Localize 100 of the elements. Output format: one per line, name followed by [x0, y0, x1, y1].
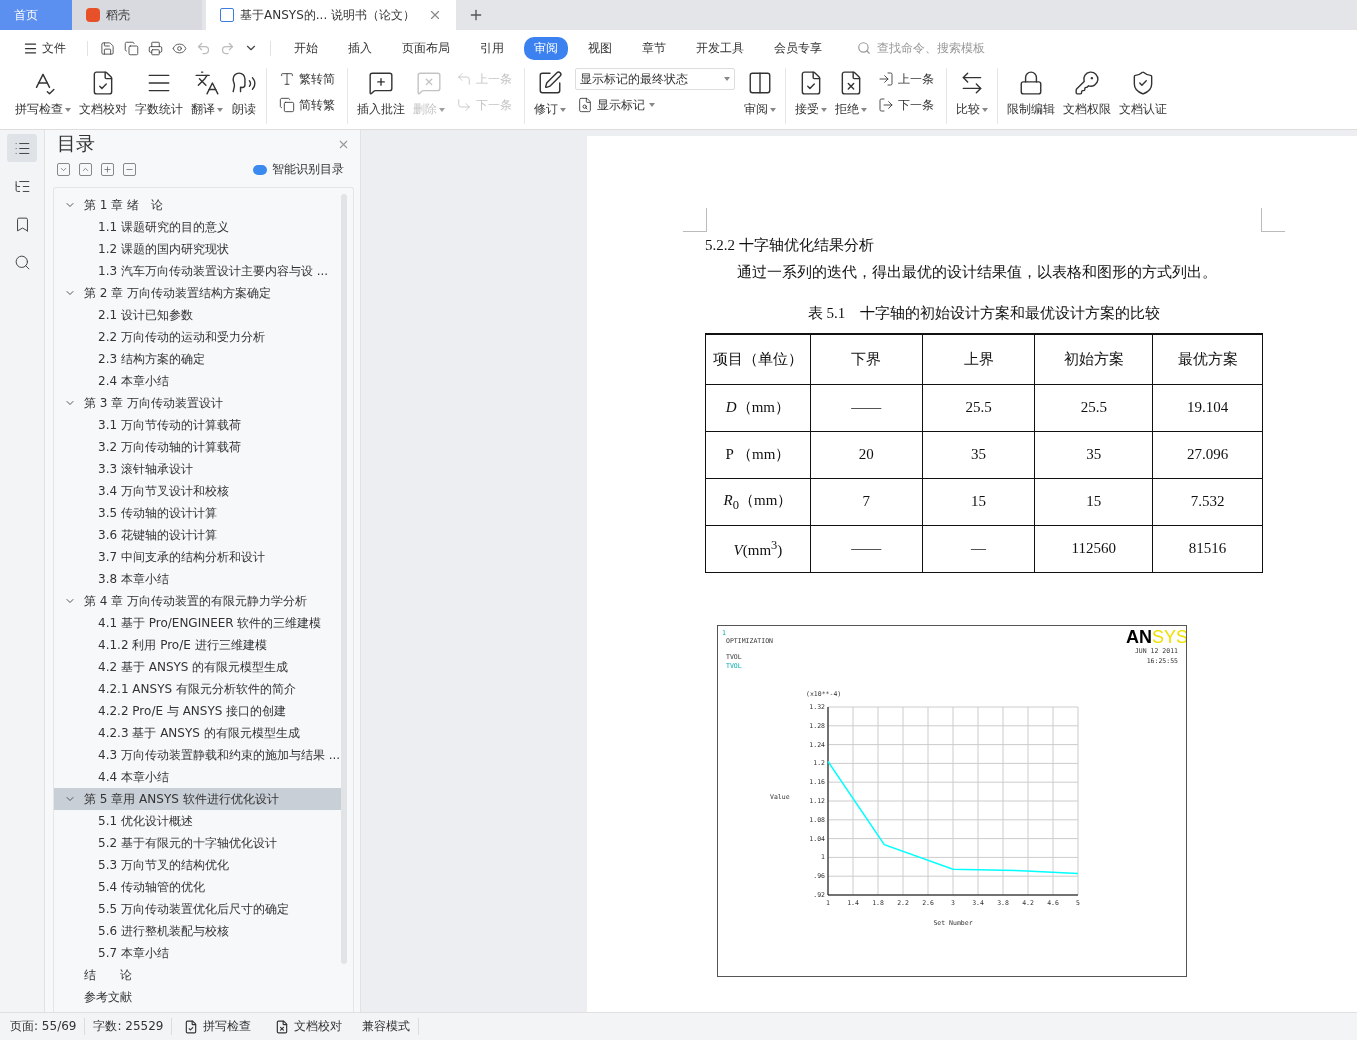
ribbon-button[interactable]: 拼写检查: [12, 68, 74, 119]
toc-item[interactable]: 5.3 万向节叉的结构优化: [54, 854, 341, 876]
file-menu[interactable]: 文件: [13, 36, 76, 60]
ribbon-button[interactable]: 拒绝: [832, 68, 870, 119]
proofread-button[interactable]: 文档校对: [263, 1018, 355, 1035]
ribbon-tab[interactable]: 会员专享: [764, 36, 832, 60]
ribbon-button[interactable]: 审阅: [741, 68, 779, 119]
toc-item[interactable]: 1.3 汽车万向传动装置设计主要内容与设 ...: [54, 260, 341, 282]
collapse-button[interactable]: [79, 163, 92, 176]
ribbon-button[interactable]: 比较: [953, 68, 991, 119]
ribbon-tab[interactable]: 页面布局: [392, 36, 460, 60]
ribbon-button[interactable]: 限制编辑: [1004, 68, 1058, 119]
copy-icon[interactable]: [124, 40, 139, 56]
ribbon-button[interactable]: 上一条: [876, 68, 936, 90]
sidebar-button[interactable]: [7, 134, 37, 162]
toc-item[interactable]: 第 3 章 万向传动装置设计: [54, 392, 341, 414]
ribbon-button[interactable]: 翻译: [188, 68, 226, 119]
toc-item[interactable]: 3.6 花键轴的设计计算: [54, 524, 341, 546]
ribbon-button[interactable]: 字数统计: [132, 68, 186, 119]
ribbon-button[interactable]: 修订: [531, 68, 569, 119]
ribbon-tab[interactable]: 视图: [578, 36, 622, 60]
close-icon[interactable]: [428, 8, 442, 22]
toc-item[interactable]: 第 5 章用 ANSYS 软件进行优化设计: [54, 788, 341, 810]
toc-item[interactable]: 第 2 章 万向传动装置结构方案确定: [54, 282, 341, 304]
toc-item[interactable]: 2.4 本章小结: [54, 370, 341, 392]
toc-item[interactable]: 4.2.3 基于 ANSYS 的有限元模型生成: [54, 722, 341, 744]
new-tab-icon[interactable]: [468, 7, 484, 23]
toc-item[interactable]: 4.2.2 Pro/E 与 ANSYS 接口的创建: [54, 700, 341, 722]
remove-button[interactable]: [123, 163, 136, 176]
caret-icon: [439, 107, 445, 112]
toc-item[interactable]: 4.3 万向传动装置静载和约束的施加与结果 ...: [54, 744, 341, 766]
spellcheck-button[interactable]: 拼写检查: [172, 1018, 264, 1035]
copy-icon: [279, 97, 295, 113]
table-cell: —: [922, 525, 1035, 572]
ribbon-button[interactable]: 插入批注: [354, 68, 408, 119]
toc-item[interactable]: 第 1 章 绪 论: [54, 194, 341, 216]
toc-item[interactable]: 3.5 传动轴的设计计算: [54, 502, 341, 524]
toc-item[interactable]: 2.3 结构方案的确定: [54, 348, 341, 370]
table-cell: P （mm）: [705, 431, 811, 478]
toc-item[interactable]: 5.2 基于有限元的十字轴优化设计: [54, 832, 341, 854]
ribbon-tab[interactable]: 插入: [338, 36, 382, 60]
ribbon-button[interactable]: 简转繁: [277, 94, 337, 116]
ribbon-tab[interactable]: 开发工具: [686, 36, 754, 60]
smart-toc-button[interactable]: 智能识别目录: [247, 160, 350, 179]
toc-item[interactable]: 5.5 万向传动装置优化后尺寸的确定: [54, 898, 341, 920]
ribbon-button[interactable]: 繁转简: [277, 68, 337, 90]
save-icon[interactable]: [100, 40, 115, 56]
add-button[interactable]: [101, 163, 114, 176]
expand-button[interactable]: [57, 163, 70, 176]
ribbon-button[interactable]: 下一条: [876, 94, 936, 116]
chevron-up-icon: [81, 165, 90, 174]
caret-icon: [982, 107, 988, 112]
window-tab[interactable]: 稻壳: [72, 0, 202, 30]
toc-item[interactable]: 5.7 本章小结: [54, 942, 341, 964]
ribbon-button[interactable]: 显示标记: [575, 94, 735, 116]
caret-icon: [770, 107, 776, 112]
caret-icon: [861, 107, 867, 112]
redo-icon[interactable]: [220, 40, 235, 56]
toc-item[interactable]: 5.1 优化设计概述: [54, 810, 341, 832]
table-cell: D（mm）: [705, 384, 811, 431]
toc-item[interactable]: 第 4 章 万向传动装置的有限元静力学分析: [54, 590, 341, 612]
toc-item[interactable]: 4.4 本章小结: [54, 766, 341, 788]
table-cell: 15: [922, 478, 1035, 525]
ribbon-button[interactable]: 文档认证: [1116, 68, 1170, 119]
toc-item[interactable]: 3.2 万向传动轴的计算载荷: [54, 436, 341, 458]
toc-item[interactable]: 1.1 课题研究的目的意义: [54, 216, 341, 238]
toc-item[interactable]: 2.1 设计已知参数: [54, 304, 341, 326]
toc-item[interactable]: 3.4 万向节叉设计和校核: [54, 480, 341, 502]
ribbon-button[interactable]: 接受: [792, 68, 830, 119]
toc-item[interactable]: 参考文献: [54, 986, 341, 1008]
ribbon-button[interactable]: 朗读: [228, 68, 260, 119]
toc-item[interactable]: 1.2 课题的国内研究现状: [54, 238, 341, 260]
ribbon-tab[interactable]: 章节: [632, 36, 676, 60]
print-icon[interactable]: [148, 40, 163, 56]
ribbon-button[interactable]: 文档校对: [76, 68, 130, 119]
toc-item[interactable]: 4.2.1 ANSYS 有限元分析软件的简介: [54, 678, 341, 700]
toc-item[interactable]: 结 论: [54, 964, 341, 986]
crop-mark: [683, 208, 707, 232]
search-field[interactable]: 查找命令、搜索模板: [857, 40, 1005, 56]
toc-item[interactable]: 5.6 进行整机装配与校核: [54, 920, 341, 942]
toc-item[interactable]: 4.1 基于 Pro/ENGINEER 软件的三维建模: [54, 612, 341, 634]
ribbon-tab[interactable]: 开始: [284, 36, 328, 60]
ribbon-button[interactable]: 文档权限: [1060, 68, 1114, 119]
table-cell: 27.096: [1152, 431, 1263, 478]
toc-item[interactable]: 5.4 传动轴管的优化: [54, 876, 341, 898]
window-tab[interactable]: 基于ANSYS的... 说明书（论文）: [206, 0, 456, 30]
ribbon-tab[interactable]: 审阅: [524, 36, 568, 60]
toc-item[interactable]: 3.7 中间支承的结构分析和设计: [54, 546, 341, 568]
undo-icon[interactable]: [196, 40, 211, 56]
toc-item[interactable]: 3.3 滚针轴承设计: [54, 458, 341, 480]
table-cell: 35: [922, 431, 1035, 478]
markup-dropdown[interactable]: 显示标记的最终状态: [575, 68, 735, 90]
toc-item[interactable]: 3.1 万向节传动的计算载荷: [54, 414, 341, 436]
toc-item[interactable]: 4.2 基于 ANSYS 的有限元模型生成: [54, 656, 341, 678]
ribbon-tab[interactable]: 引用: [470, 36, 514, 60]
toc-item[interactable]: 4.1.2 利用 Pro/E 进行三维建模: [54, 634, 341, 656]
toc-item[interactable]: 2.2 万向传动的运动和受力分析: [54, 326, 341, 348]
check-box-icon: [184, 1019, 199, 1034]
preview-icon[interactable]: [172, 40, 187, 56]
toc-item[interactable]: 3.8 本章小结: [54, 568, 341, 590]
